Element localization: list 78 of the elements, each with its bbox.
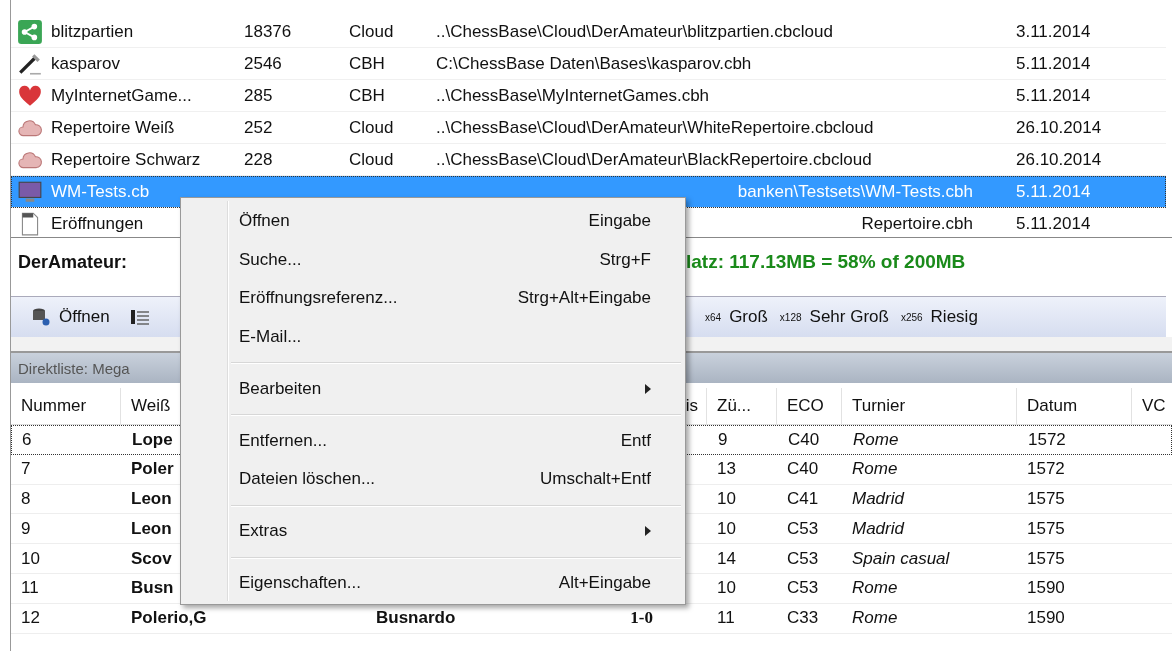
- storage-usage: latz: 117.13MB = 58% of 200MB: [686, 251, 967, 273]
- game-date: 1575: [1027, 518, 1065, 538]
- game-count: 18376: [244, 21, 292, 41]
- eco-code: C40: [787, 459, 819, 479]
- game-number: 6: [22, 429, 32, 449]
- database-path: Repertoire.cbh: [861, 213, 973, 233]
- player-name: Poler: [131, 459, 174, 479]
- move-count: 14: [717, 548, 736, 568]
- database-date: 5.11.2014: [1016, 53, 1091, 73]
- eco-code: C41: [787, 489, 819, 508]
- account-label: DerAmateur:: [18, 251, 128, 273]
- move-count: 11: [717, 608, 735, 628]
- database-name: Repertoire Schwarz: [51, 149, 201, 170]
- move-count: 13: [717, 459, 736, 479]
- game-date: 1572: [1027, 459, 1065, 479]
- player-name: Polerio,G: [131, 608, 207, 628]
- game-count: 285: [244, 85, 273, 105]
- database-path: ..\ChessBase\MyInternetGames.cbh: [436, 85, 710, 105]
- list-title: Direktliste: Mega: [18, 359, 130, 377]
- database-type: Cloud: [349, 117, 394, 137]
- database-date: 26.10.2014: [1016, 117, 1102, 137]
- game-result: 1-0: [630, 608, 653, 628]
- tournament: Rome: [852, 459, 898, 479]
- database-name: MyInternetGame...: [51, 85, 192, 106]
- tournament: Spain casual: [852, 548, 950, 568]
- game-count: 252: [244, 117, 273, 137]
- game-number: 11: [21, 578, 39, 598]
- player-name: Leon: [131, 489, 172, 508]
- game-number: 7: [21, 459, 31, 479]
- game-count: 2546: [244, 53, 282, 73]
- database-path: ..\ChessBase\Cloud\DerAmateur\BlackRepertoire.cbcloud: [436, 149, 872, 169]
- game-number: 10: [21, 548, 40, 568]
- database-name: Repertoire Weiß: [51, 117, 175, 138]
- move-count: 10: [717, 489, 736, 508]
- player-name: Leon: [131, 518, 172, 538]
- game-count: 228: [244, 149, 273, 169]
- database-path: banken\Testsets\WM-Tests.cbh: [737, 181, 973, 201]
- tournament: Rome: [852, 578, 898, 598]
- game-date: 1575: [1027, 489, 1065, 508]
- game-number: 9: [21, 518, 31, 538]
- tournament: Rome: [853, 429, 899, 449]
- move-count: 10: [717, 578, 736, 598]
- player-name: Busn: [131, 578, 174, 598]
- database-name: kasparov: [51, 53, 120, 74]
- tournament: Rome: [852, 608, 898, 628]
- opponent-name: Busnardo: [376, 608, 456, 628]
- game-date: 1575: [1027, 548, 1065, 568]
- database-type: Cloud: [349, 149, 394, 169]
- eco-code: C33: [787, 608, 819, 628]
- database-type: CBH: [349, 85, 385, 105]
- game-date: 1590: [1027, 578, 1065, 598]
- database-type: Cloud: [349, 21, 394, 41]
- database-date: 5.11.2014: [1016, 213, 1091, 233]
- eco-code: C53: [787, 548, 819, 568]
- eco-code: C53: [787, 578, 819, 598]
- eco-code: C53: [787, 518, 819, 538]
- database-path: ..\ChessBase\Cloud\DerAmateur\WhiteRepertoire.cbcloud: [436, 117, 874, 137]
- database-name: blitzpartien: [51, 21, 134, 42]
- database-type: CBH: [349, 53, 385, 73]
- database-date: 5.11.2014: [1016, 181, 1091, 201]
- player-name: Lope: [132, 429, 173, 449]
- player-name: Scov: [131, 548, 172, 568]
- move-count: 10: [717, 518, 736, 538]
- database-name: WM-Tests.cb: [51, 181, 150, 202]
- database-path: C:\ChessBase Daten\Bases\kasparov.cbh: [436, 53, 752, 73]
- database-path: ..\ChessBase\Cloud\DerAmateur\blitzpartien.cbcloud: [436, 21, 833, 41]
- database-date: 5.11.2014: [1016, 85, 1091, 105]
- game-number: 12: [21, 608, 40, 628]
- tournament: Madrid: [852, 489, 904, 508]
- database-name: Eröffnungen: [51, 213, 144, 234]
- tournament: Madrid: [852, 518, 904, 538]
- database-date: 3.11.2014: [1016, 21, 1091, 41]
- eco-code: C40: [788, 429, 820, 449]
- database-date: 26.10.2014: [1016, 149, 1102, 169]
- game-number: 8: [21, 489, 31, 508]
- game-date: 1572: [1028, 429, 1066, 449]
- move-count: 9: [718, 429, 728, 449]
- game-date: 1590: [1027, 608, 1065, 628]
